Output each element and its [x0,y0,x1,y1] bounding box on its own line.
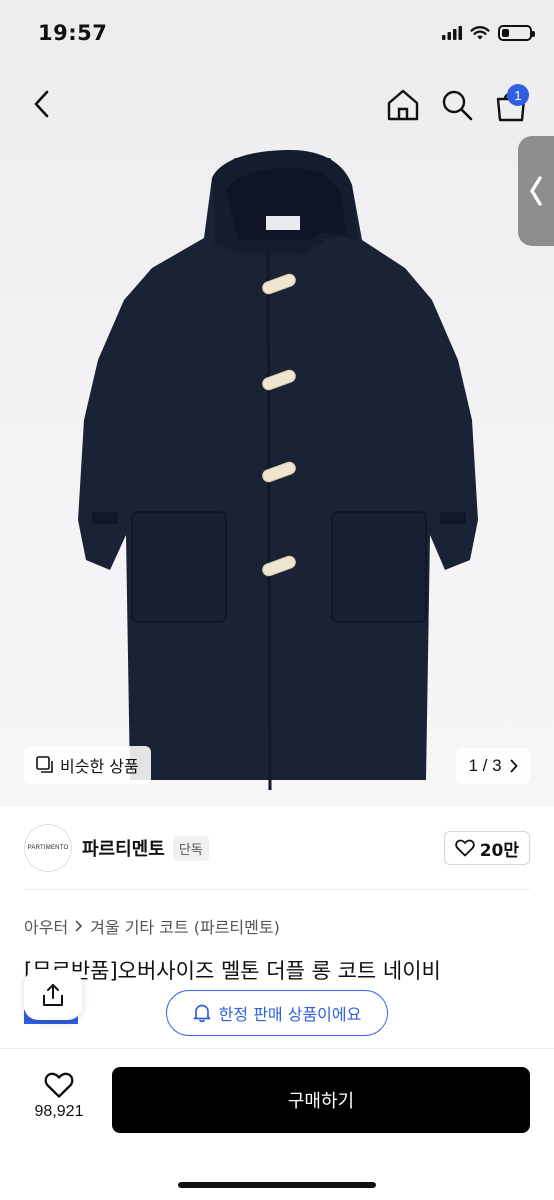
wishlist-count: 98,921 [34,1103,84,1120]
brand-logo[interactable]: PARTIMENTO [24,824,72,872]
wishlist-button[interactable]: 98,921 [24,1071,94,1121]
breadcrumb-category[interactable]: 아우터 [24,914,68,938]
divider [24,889,530,890]
chevron-left-icon [34,90,49,118]
product-title: [무료반품]오버사이즈 멜톤 더플 롱 코트 네이비 [24,959,441,983]
search-icon [442,90,473,121]
chevron-right-icon [75,920,83,932]
battery-icon [498,25,535,41]
limited-sale-notice[interactable]: 한정 판매 상품이에요 [166,990,388,1036]
bottom-action-bar: 98,921 구매하기 [0,1048,554,1200]
top-navigation [0,72,554,136]
limited-sale-label: 한정 판매 상품이에요 [218,1005,362,1024]
back-button[interactable] [24,86,60,122]
brand-like-count: 20만 [479,840,519,861]
chevron-left-icon [530,176,542,206]
breadcrumb-subcategory[interactable]: 겨울 기타 코트 (파르티멘토) [90,914,280,938]
brand-row: PARTIMENTO 파르티멘토 단독 20만 [24,822,530,874]
status-time: 19:57 [38,21,108,45]
similar-items-icon [36,756,53,773]
cart-count-badge: 1 [507,84,529,106]
page-indicator-text: 1 / 3 [468,756,502,775]
brand-name[interactable]: 파르티멘토 [82,835,165,861]
image-page-indicator[interactable]: 1 / 3 [456,748,530,784]
share-button[interactable] [24,970,82,1020]
heart-icon [44,1072,74,1098]
status-icons [442,25,535,41]
exclusive-badge: 단독 [172,835,209,861]
wifi-icon [470,25,490,39]
breadcrumb: 아우터 겨울 기타 코트 (파르티멘토) [24,914,280,938]
heart-icon [454,839,475,857]
search-button[interactable] [438,86,476,124]
home-indicator [178,1182,376,1188]
status-bar: 19:57 [0,0,554,66]
home-button[interactable] [384,86,422,124]
share-icon [43,984,63,1006]
similar-products-button[interactable]: 비슷한 상품 [24,746,151,784]
similar-products-label: 비슷한 상품 [60,757,139,776]
bell-icon [193,1004,211,1023]
brand-like-button[interactable]: 20만 [443,831,530,865]
chevron-right-icon [510,759,518,773]
brand-logo-text: PARTIMENTO [27,845,69,851]
buy-button[interactable]: 구매하기 [112,1067,530,1133]
home-icon [387,89,419,121]
signal-icon [442,26,462,40]
side-drawer-tab[interactable] [518,136,554,246]
battery-level [502,29,509,37]
